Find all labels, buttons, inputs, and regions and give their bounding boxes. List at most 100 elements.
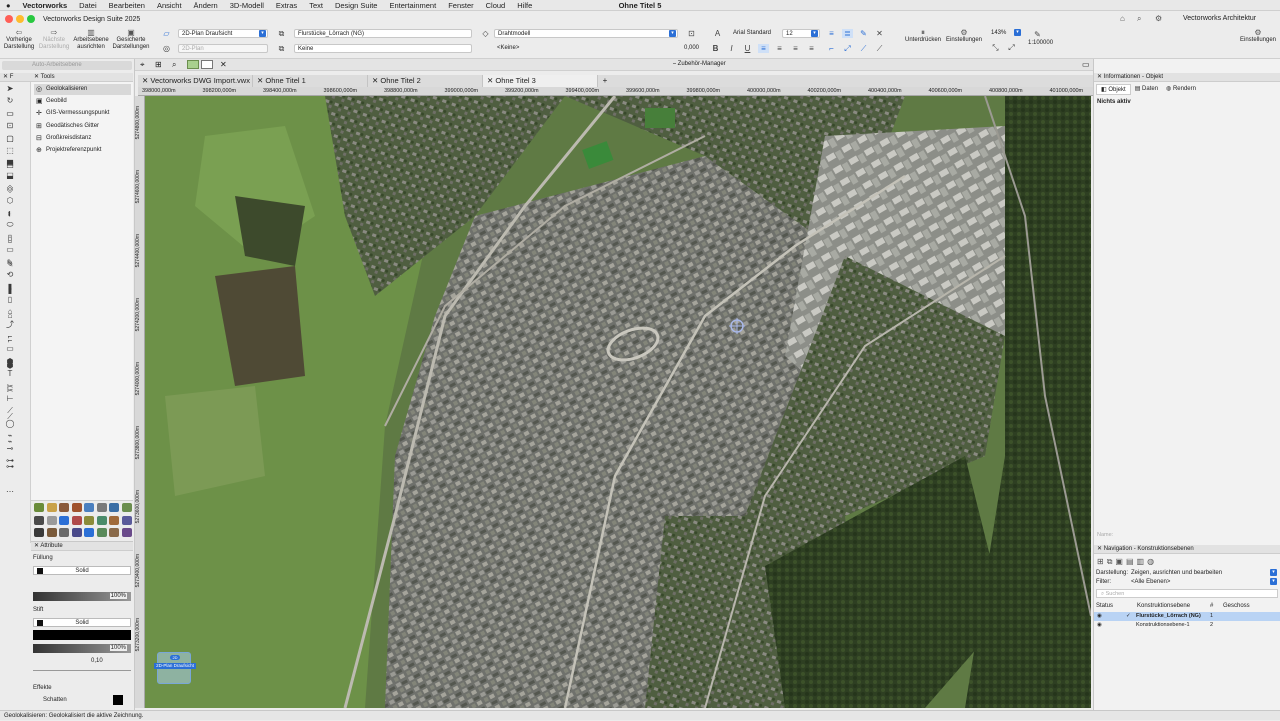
zoom-window-button[interactable] [27,15,35,23]
menu-datei[interactable]: Datei [73,1,103,10]
basic-tool-icon[interactable]: ⌁ [4,430,16,441]
toolset-icon[interactable] [109,503,119,512]
basic-tool-icon[interactable]: ⟋ [4,405,16,416]
menu-vectorworks[interactable]: Vectorworks [17,1,74,10]
col-layer[interactable]: Konstruktionsebene [1137,603,1190,609]
tab-ohne-titel-2[interactable]: ✕ Ohne Titel 2 [368,75,483,87]
close-window-button[interactable] [5,15,13,23]
tool-geodetic-grid[interactable]: ⊞ Geodätisches Gitter [34,121,131,132]
accessory-manager[interactable]: ⎯ Zubehör-Manager [673,61,726,68]
basic-tool-icon[interactable]: ⬚ [4,145,16,156]
basic-tool-icon[interactable]: ⊡ [4,120,16,131]
tool-gis-survey-point[interactable]: ✛ GIS-Vermessungspunkt [34,108,131,119]
toolset-icon[interactable] [46,515,57,525]
basic-tool-icon[interactable]: ◯ [4,418,16,429]
snap-settings-button[interactable]: ⚙ Einstellungen [944,29,984,44]
justify-icon[interactable]: ≡ [806,44,817,53]
basic-tool-icon[interactable]: ◇ [4,182,16,193]
table-row[interactable]: ◉ Konstruktionsebene-1 2 [1094,621,1280,630]
basic-tool-icon[interactable]: ⬓ [4,170,16,181]
new-tab-button[interactable]: + [598,75,612,87]
menu-hilfe[interactable]: Hilfe [511,1,538,10]
toolset-icon[interactable] [121,528,132,537]
class-select[interactable]: Keine [294,44,472,53]
table-row[interactable]: ◉ ✓ Flurstücke_Lörrach (NG) 1 [1094,612,1280,621]
toolset-icon[interactable] [84,528,94,537]
font-select[interactable]: Arial Standard [730,29,780,38]
toolset-icon[interactable] [109,528,119,537]
toolset-icon[interactable] [84,515,94,525]
toolset-icon[interactable] [46,528,57,537]
basic-tool-icon[interactable]: ⬭ [4,219,16,230]
toolset-icon[interactable] [59,515,69,525]
next-view-button[interactable]: ⇨ Nächste Darstellung [38,29,70,51]
basic-tool-icon[interactable]: T [4,368,16,379]
snap-grid-icon[interactable]: ⌐ [826,44,837,53]
tool-great-circle[interactable]: ⊟ Großkreisdistanz [34,133,131,144]
basic-tool-icon[interactable]: ⤴ [4,319,16,330]
toolset-icon[interactable] [34,528,44,537]
toolset-icon[interactable] [71,515,82,525]
scale-label[interactable]: 1:100000 [1028,40,1053,46]
menu-entertainment[interactable]: Entertainment [383,1,442,10]
tab-data[interactable]: ▤ Daten [1131,84,1162,95]
shadow-label[interactable]: Schatten [43,697,67,703]
align-right-icon[interactable]: ≡ [790,44,801,53]
toolset-icon[interactable] [34,503,44,512]
view-select[interactable]: 2D-Plan Draufsicht ▾ [178,29,268,38]
text-align-icon[interactable]: ≣ [842,29,853,38]
toolset-icon[interactable] [96,515,107,525]
toolset-icon[interactable] [84,503,94,512]
underline-icon[interactable]: U [742,44,753,53]
pen-color-bar[interactable] [33,630,131,640]
search-map-icon[interactable]: ⌕ [172,60,176,70]
basic-tool-icon[interactable]: ▯ [4,232,16,243]
toolset-icon[interactable] [121,515,132,525]
basic-tool-icon[interactable]: ⋯ [4,486,16,497]
bold-icon[interactable]: B [710,44,721,53]
horizontal-ruler[interactable]: 398000,000m 398200,000m 398400,000m 398600,… [138,87,1093,96]
tab-ohne-titel-1[interactable]: ✕ Ohne Titel 1 [253,75,368,87]
basic-tool-icon[interactable]: ▢ [4,133,16,144]
workspace-label[interactable]: Vectorworks Architektur [1183,15,1256,22]
saved-views-button[interactable]: ▣ Gesicherte Darstellungen [111,29,151,51]
menu-ansicht[interactable]: Ansicht [151,1,188,10]
tab-dwg-import[interactable]: ✕ Vectorworks DWG Import.vwx [138,75,253,87]
basic-tool-icon[interactable]: ✎ [4,257,16,268]
basic-tool-icon[interactable]: ⬡ [4,195,16,206]
home-icon[interactable]: ⌂ [1120,14,1125,23]
line-weight[interactable]: 0,10 [91,658,103,664]
pen-type-select[interactable]: Solid [33,618,131,627]
location-pin-icon[interactable]: ⌖ [140,60,145,70]
suspend-button[interactable]: ⏸ Unterdrücken [902,29,944,44]
filter-select[interactable]: <Alle Ebenen> ▾ [1128,578,1278,587]
basic-tool-icon[interactable]: ⌐ [4,331,16,342]
snap-object-icon[interactable]: ⤢ [842,44,853,53]
font-size-select[interactable]: 12 ▾ [782,29,820,38]
search-input[interactable]: ⌕ Suchen [1096,589,1278,598]
clear-format-icon[interactable]: ✕ [874,29,885,38]
align-center-icon[interactable]: ≡ [774,44,785,53]
basic-tool-icon[interactable]: ↻ [4,95,16,106]
right-settings-button[interactable]: ⚙ Einstellungen [1238,29,1278,44]
basic-tool-icon[interactable]: ⊢ [4,393,16,404]
fill-opacity-slider[interactable]: 100% [33,592,131,601]
apple-menu-icon[interactable]: ● [0,1,17,10]
menu-aendern[interactable]: Ändern [188,1,224,10]
close-icon[interactable]: ✕ [1097,546,1104,552]
drawing-canvas[interactable]: 2D 2D-Plan Draufsicht [145,96,1091,708]
menu-bearbeiten[interactable]: Bearbeiten [103,1,151,10]
zoom-fit-icon[interactable]: ⤡ [990,43,1001,52]
render-sub-select[interactable]: <Keine> [494,44,678,53]
text-style-icon[interactable]: A [712,29,723,38]
menu-3d-modell[interactable]: 3D-Modell [224,1,270,10]
render-mode-select[interactable]: Drahtmodell ▾ [494,29,678,38]
toolset-icon[interactable] [121,503,132,512]
geo-image-icon[interactable] [187,60,199,69]
tools-icon[interactable]: ✕ [220,60,227,69]
col-floor[interactable]: Geschoss [1223,603,1250,609]
fill-type-select[interactable]: Solid [33,566,131,575]
previous-view-button[interactable]: ⇦ Vorherige Darstellung [2,29,36,51]
close-icon[interactable]: ✕ [1097,74,1104,80]
basic-tool-icon[interactable]: ⊸ [4,443,16,454]
